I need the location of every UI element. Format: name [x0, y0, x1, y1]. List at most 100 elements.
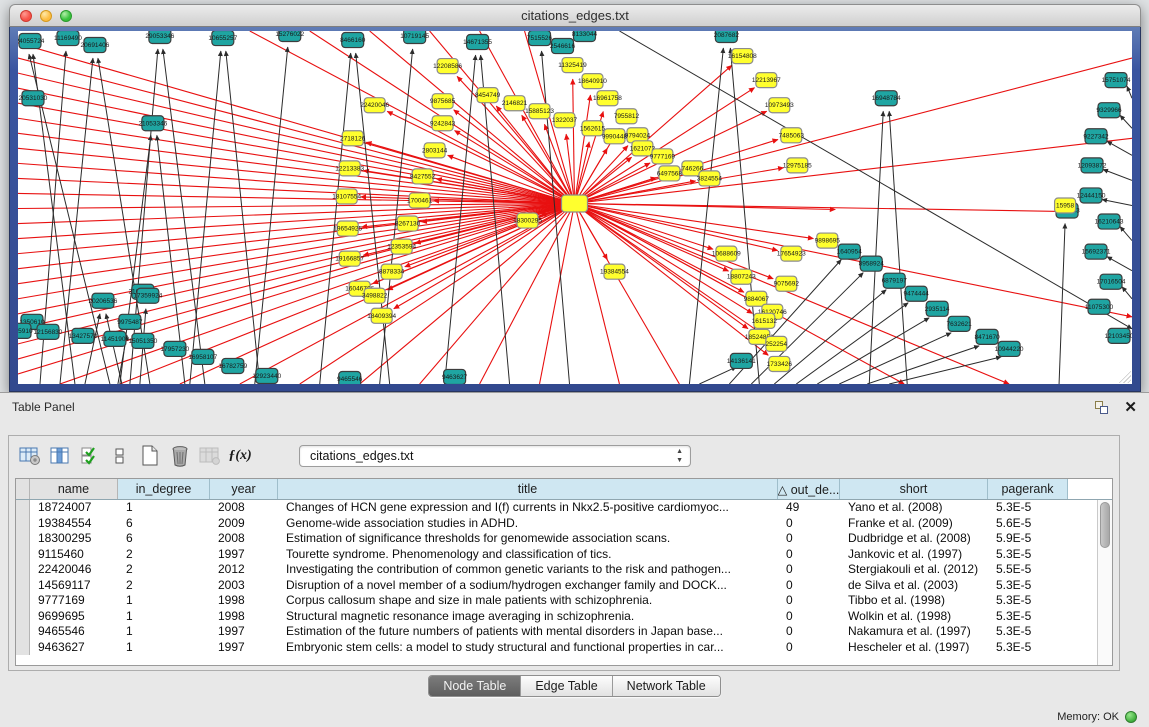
cell-title[interactable]: Investigating the contribution of common… [278, 562, 778, 578]
cell-year[interactable]: 2008 [210, 531, 278, 547]
graph-node[interactable]: 1615132 [752, 313, 778, 328]
cell-title[interactable]: Tourette syndrome. Phenomenology and cla… [278, 547, 778, 563]
close-panel-icon[interactable]: ✕ [1124, 401, 1137, 414]
cell-year[interactable]: 1998 [210, 593, 278, 609]
cell-name[interactable]: 9777169 [30, 593, 118, 609]
cell-out_de[interactable]: 0 [778, 562, 840, 578]
graph-node[interactable]: 8466160 [340, 33, 366, 48]
graph-node[interactable]: 10973493 [765, 98, 794, 113]
graph-node[interactable]: 15051350 [128, 333, 157, 348]
show-columns-icon[interactable] [47, 444, 73, 468]
cell-year[interactable]: 1997 [210, 624, 278, 640]
black-edge[interactable] [1122, 287, 1132, 299]
black-edge[interactable] [226, 51, 260, 384]
graph-node[interactable]: 10688609 [712, 246, 741, 261]
red-edge[interactable] [575, 203, 836, 209]
cell-title[interactable]: Structural magnetic resonance image aver… [278, 609, 778, 625]
black-edge[interactable] [1120, 227, 1132, 241]
graph-node[interactable]: 12156830 [34, 324, 63, 339]
graph-node[interactable]: 2546616 [550, 39, 576, 54]
graph-node[interactable]: 18107554 [332, 189, 361, 204]
graph-node[interactable]: 8878334 [379, 264, 405, 279]
graph-node[interactable]: 1733426 [767, 356, 793, 371]
graph-node[interactable]: 9777169 [650, 149, 676, 164]
network-canvas[interactable]: 2405572411169490206914062905334610655257… [18, 31, 1132, 384]
graph-node[interactable]: 7955812 [614, 109, 640, 124]
graph-node[interactable]: 12103450 [1105, 328, 1132, 343]
cell-out_de[interactable]: 0 [778, 547, 840, 563]
graph-node[interactable]: 8958924 [859, 256, 885, 271]
black-edge[interactable] [869, 111, 883, 384]
graph-node[interactable]: 12975185 [783, 158, 812, 173]
column-header-pagerank[interactable]: pagerank [988, 479, 1068, 499]
graph-node[interactable]: 7485063 [779, 128, 805, 143]
graph-node[interactable]: 8471670 [974, 329, 1000, 344]
graph-node[interactable]: 9329966 [1096, 103, 1122, 118]
graph-node[interactable]: 15276022 [275, 31, 304, 42]
column-header-out_de[interactable]: △ out_de... [778, 479, 840, 499]
graph-node[interactable]: 12444150 [1077, 188, 1106, 203]
cell-out_de[interactable]: 0 [778, 593, 840, 609]
new-table-icon[interactable] [137, 444, 163, 468]
graph-node[interactable]: 16958107 [188, 349, 217, 364]
cell-name[interactable]: 14569117 [30, 578, 118, 594]
hub-node[interactable] [562, 195, 588, 212]
graph-node[interactable]: 15751074 [1102, 73, 1131, 88]
red-edge[interactable] [575, 203, 1132, 316]
tab-edge-table[interactable]: Edge Table [521, 676, 612, 696]
column-header-name[interactable]: name [30, 479, 118, 499]
graph-node[interactable]: 21053346 [138, 116, 167, 131]
cell-out_de[interactable]: 0 [778, 531, 840, 547]
graph-node[interactable]: 1640954 [837, 244, 863, 259]
close-window-button[interactable] [20, 10, 32, 22]
tab-network-table[interactable]: Network Table [613, 676, 720, 696]
cell-in_degree[interactable]: 1 [118, 593, 210, 609]
graph-node[interactable]: 16961758 [593, 91, 622, 106]
column-header-short[interactable]: short [840, 479, 988, 499]
cell-pagerank[interactable]: 5.3E-5 [988, 609, 1068, 625]
select-columns-icon[interactable] [77, 444, 103, 468]
cell-pagerank[interactable]: 5.3E-5 [988, 578, 1068, 594]
cell-short[interactable]: Franke et al. (2009) [840, 516, 988, 532]
graph-node[interactable]: 2935114 [925, 301, 950, 316]
cell-year[interactable]: 2003 [210, 578, 278, 594]
cell-title[interactable]: Genome-wide association studies in ADHD. [278, 516, 778, 532]
cell-name[interactable]: 9465546 [30, 624, 118, 640]
black-edge[interactable] [1120, 115, 1132, 128]
graph-node[interactable]: 14136141 [727, 353, 756, 368]
graph-node[interactable]: 12353594 [387, 239, 416, 254]
graph-node[interactable]: 9465546 [337, 371, 363, 384]
scrollbar-thumb[interactable] [1100, 502, 1110, 548]
table-vertical-scrollbar[interactable] [1097, 500, 1112, 665]
cell-title[interactable]: Changes of HCN gene expression and I(f) … [278, 500, 778, 516]
graph-node[interactable]: 17957230 [160, 341, 189, 356]
graph-node[interactable]: 16948784 [872, 91, 901, 106]
column-header-in_degree[interactable]: in_degree [118, 479, 210, 499]
table-row[interactable]: 946554611997Estimation of the future num… [16, 624, 1112, 640]
table-row[interactable]: 1830029562008Estimation of significance … [16, 531, 1112, 547]
red-edge[interactable] [575, 203, 1010, 384]
cell-short[interactable]: Wolkin et al. (1998) [840, 609, 988, 625]
graph-node[interactable]: 10655257 [208, 31, 237, 46]
cell-in_degree[interactable]: 1 [118, 624, 210, 640]
black-edge[interactable] [542, 51, 570, 384]
cell-in_degree[interactable]: 1 [118, 500, 210, 516]
red-edge[interactable] [18, 203, 575, 298]
graph-node[interactable]: 14671355 [463, 35, 492, 50]
cell-out_de[interactable]: 0 [778, 640, 840, 656]
function-builder-icon[interactable]: ƒ(x) [227, 444, 253, 468]
graph-node[interactable]: 3498822 [362, 288, 388, 303]
zoom-window-button[interactable] [60, 10, 72, 22]
cell-name[interactable]: 22420046 [30, 562, 118, 578]
cell-year[interactable]: 1998 [210, 609, 278, 625]
graph-node[interactable]: 11451900 [101, 331, 130, 346]
graph-node[interactable]: 13427570 [69, 328, 98, 343]
graph-node[interactable]: 11075300 [1085, 299, 1114, 314]
cell-short[interactable]: de Silva et al. (2003) [840, 578, 988, 594]
cell-short[interactable]: Nakamura et al. (1997) [840, 624, 988, 640]
graph-node[interactable]: 3824554 [697, 171, 723, 186]
black-edge[interactable] [1103, 169, 1132, 180]
delete-table-icon[interactable] [167, 444, 193, 468]
graph-node[interactable]: 1700461 [407, 193, 433, 208]
graph-node[interactable]: 15958 [1055, 198, 1076, 213]
